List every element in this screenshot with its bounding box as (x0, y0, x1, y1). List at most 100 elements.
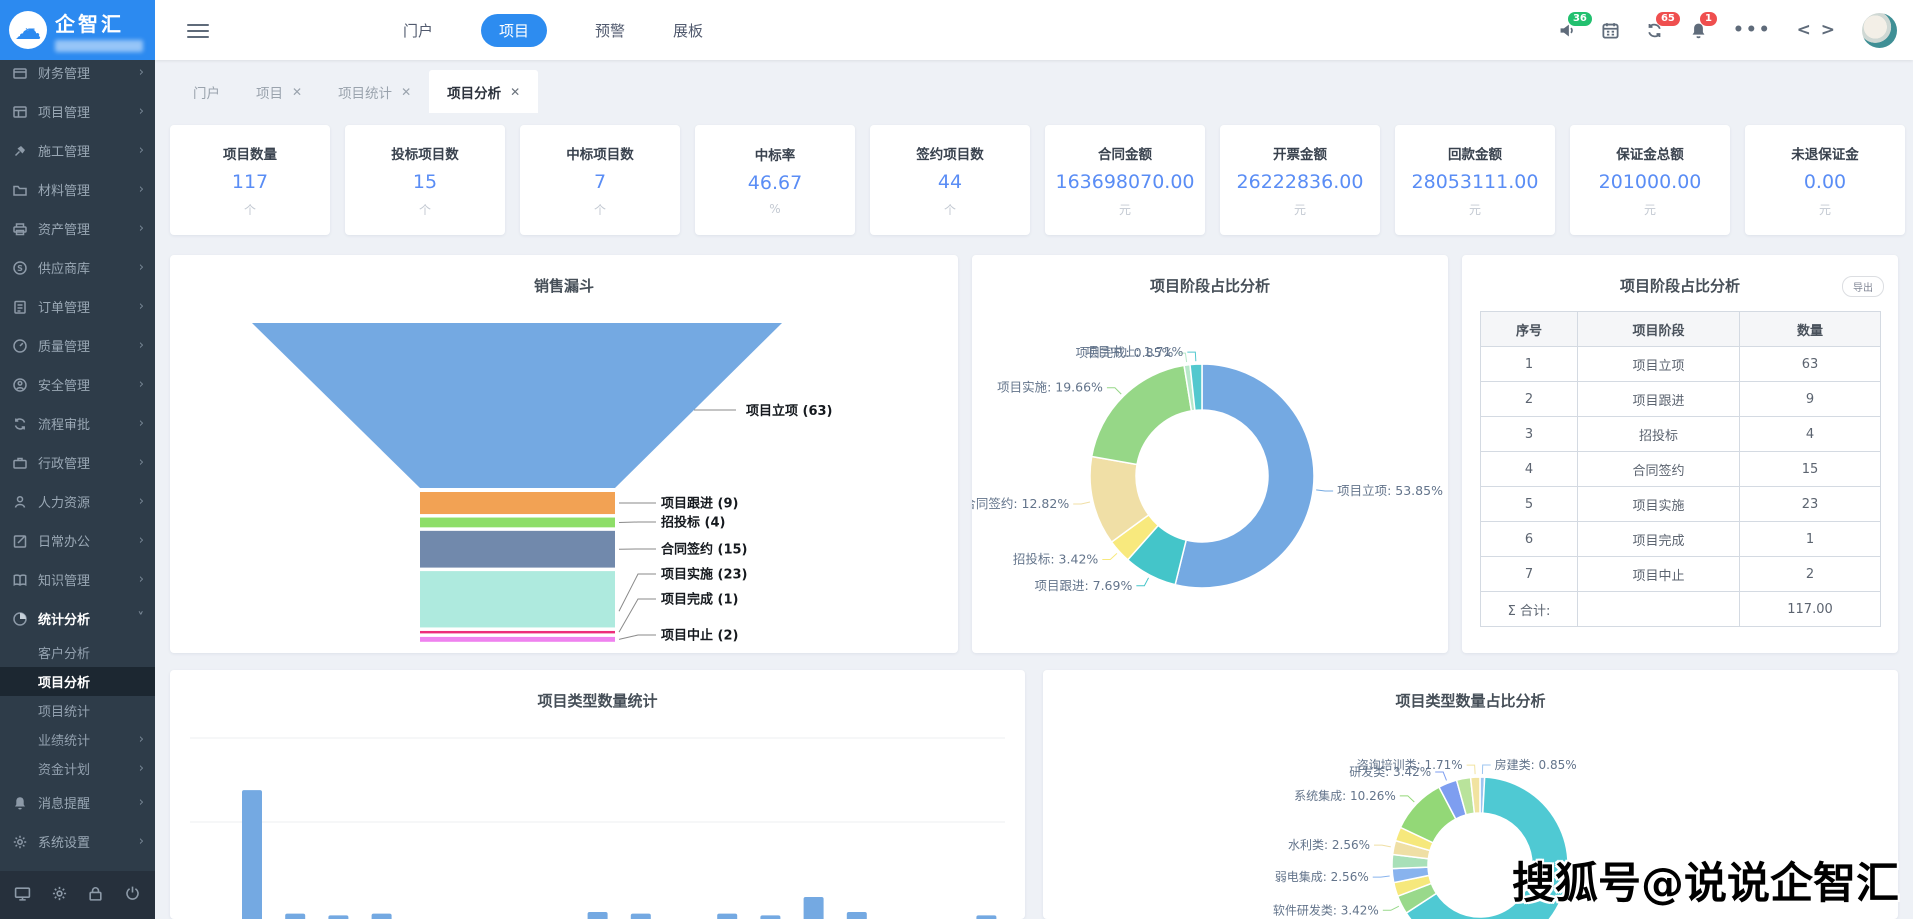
sidebar-item-admin[interactable]: 行政管理› (0, 443, 155, 482)
code-icon[interactable]: < > (1797, 20, 1837, 40)
sidebar-item-quality[interactable]: 质量管理› (0, 326, 155, 365)
funnel-stage[interactable] (420, 571, 615, 627)
export-button[interactable]: 导出 (1842, 276, 1884, 297)
funnel-top-stage[interactable] (252, 323, 782, 488)
gear-icon (11, 833, 28, 850)
more-icon[interactable]: ••• (1733, 20, 1772, 40)
announcement-icon[interactable]: 36 (1557, 21, 1576, 40)
donut-label: 合同签约: 12.82% (972, 496, 1069, 511)
sidebar-item-project[interactable]: 项目管理› (0, 92, 155, 131)
stat-card-project-count[interactable]: 项目数量117个 (170, 125, 330, 235)
bar[interactable] (847, 912, 867, 919)
sidebar-item-construction[interactable]: 施工管理› (0, 131, 155, 170)
sidebar-item-asset[interactable]: 资产管理› (0, 209, 155, 248)
close-icon[interactable]: ✕ (510, 85, 520, 99)
funnel-stage[interactable] (420, 531, 615, 568)
sidebar-item-office[interactable]: 日常办公› (0, 521, 155, 560)
sidebar-item-stats[interactable]: 统计分析˅ (0, 599, 155, 638)
sidebar-subitem-fund-plan[interactable]: 资金计划› (0, 754, 155, 783)
table-total-row: Σ 合计:117.00 (1481, 592, 1881, 627)
bar[interactable] (285, 914, 305, 919)
bar[interactable] (976, 915, 996, 919)
sidebar-item-hr[interactable]: 人力资源› (0, 482, 155, 521)
sidebar-item-order[interactable]: 订单管理› (0, 287, 155, 326)
chevron-right-icon: › (139, 299, 144, 314)
sales-funnel-card: 销售漏斗 项目立项 (63)项目跟进 (9)招投标 (4)合同签约 (15)项目… (170, 255, 958, 653)
funnel-stage[interactable] (420, 518, 615, 528)
nav-project-active[interactable]: 项目 (481, 14, 547, 47)
table-row[interactable]: 2项目跟进9 (1481, 382, 1881, 417)
bar[interactable] (588, 912, 608, 919)
brand-logo[interactable]: ☁汇 企智汇 (0, 0, 155, 60)
lock-icon[interactable] (87, 885, 104, 906)
bar[interactable] (760, 915, 780, 919)
table-row[interactable]: 1项目立项63 (1481, 347, 1881, 382)
gear-icon[interactable] (51, 885, 68, 906)
sidebar-subitem-project-analysis[interactable]: 项目分析 (0, 667, 155, 696)
stat-card-contract-amount[interactable]: 合同金额163698070.00元 (1045, 125, 1205, 235)
bar[interactable] (242, 790, 262, 919)
chevron-right-icon: › (139, 104, 144, 119)
bell-icon (11, 794, 28, 811)
tab-project-analysis[interactable]: 项目分析✕ (429, 70, 538, 113)
sidebar-item-settings[interactable]: 系统设置› (0, 822, 155, 861)
bar[interactable] (804, 897, 824, 919)
stat-card-deposit-total[interactable]: 保证金总额201000.00元 (1570, 125, 1730, 235)
nav-warning[interactable]: 预警 (595, 20, 625, 41)
chevron-right-icon: › (139, 834, 144, 849)
avatar[interactable] (1862, 13, 1897, 48)
chevron-right-icon: › (139, 338, 144, 353)
funnel-stage[interactable] (420, 631, 615, 633)
stat-card-invoice-amount[interactable]: 开票金额26222836.00元 (1220, 125, 1380, 235)
table-row[interactable]: 6项目完成1 (1481, 522, 1881, 557)
chart-title: 销售漏斗 (170, 275, 958, 296)
hamburger-menu-icon[interactable] (187, 20, 209, 42)
tab-project[interactable]: 项目✕ (238, 70, 320, 113)
bar[interactable] (372, 914, 392, 919)
book-icon (11, 571, 28, 588)
calendar-icon[interactable] (1601, 21, 1620, 40)
funnel-stage[interactable] (420, 637, 615, 642)
folder-icon (11, 181, 28, 198)
chart-title: 项目类型数量占比分析 (1043, 690, 1898, 711)
stat-card-win-rate[interactable]: 中标率46.67% (695, 125, 855, 235)
monitor-icon[interactable] (14, 885, 31, 906)
bar[interactable] (717, 914, 737, 919)
stat-card-win-count[interactable]: 中标项目数7个 (520, 125, 680, 235)
sidebar-subitem-customer-analysis[interactable]: 客户分析 (0, 638, 155, 667)
power-icon[interactable] (124, 885, 141, 906)
hammer-icon (11, 142, 28, 159)
stat-card-signed-count[interactable]: 签约项目数44个 (870, 125, 1030, 235)
sidebar-subitem-performance-stats[interactable]: 业绩统计› (0, 725, 155, 754)
stat-card-bid-count[interactable]: 投标项目数15个 (345, 125, 505, 235)
stat-card-deposit-unreturned[interactable]: 未退保证金0.00元 (1745, 125, 1905, 235)
sync-icon[interactable]: 65 (1645, 21, 1664, 40)
sidebar-item-knowledge[interactable]: 知识管理› (0, 560, 155, 599)
table-row[interactable]: 7项目中止2 (1481, 557, 1881, 592)
bar[interactable] (631, 914, 651, 919)
nav-board[interactable]: 展板 (673, 20, 703, 41)
chevron-right-icon: › (139, 65, 144, 80)
sidebar-item-safety[interactable]: 安全管理› (0, 365, 155, 404)
close-icon[interactable]: ✕ (292, 85, 302, 99)
sidebar-item-notifications[interactable]: 消息提醒› (0, 783, 155, 822)
tab-portal[interactable]: 门户 (175, 70, 238, 113)
donut-slice[interactable] (1092, 365, 1192, 464)
svg-text:S: S (17, 263, 23, 272)
nav-portal[interactable]: 门户 (403, 20, 433, 41)
table-row[interactable]: 4合同签约15 (1481, 452, 1881, 487)
tab-project-stats[interactable]: 项目统计✕ (320, 70, 429, 113)
chart-title: 项目阶段占比分析 (1462, 275, 1898, 296)
table-row[interactable]: 5项目实施23 (1481, 487, 1881, 522)
table-row[interactable]: 3招投标4 (1481, 417, 1881, 452)
sidebar-subitem-project-stats[interactable]: 项目统计 (0, 696, 155, 725)
sidebar-item-supplier[interactable]: S 供应商库› (0, 248, 155, 287)
bell-icon[interactable]: 1 (1689, 21, 1708, 40)
sidebar-item-workflow[interactable]: 流程审批› (0, 404, 155, 443)
bar[interactable] (328, 915, 348, 919)
close-icon[interactable]: ✕ (401, 85, 411, 99)
stat-card-payment-amount[interactable]: 回款金额28053111.00元 (1395, 125, 1555, 235)
donut-label: 项目跟进: 7.69% (1034, 578, 1132, 593)
sidebar-item-material[interactable]: 材料管理› (0, 170, 155, 209)
funnel-stage[interactable] (420, 492, 615, 514)
